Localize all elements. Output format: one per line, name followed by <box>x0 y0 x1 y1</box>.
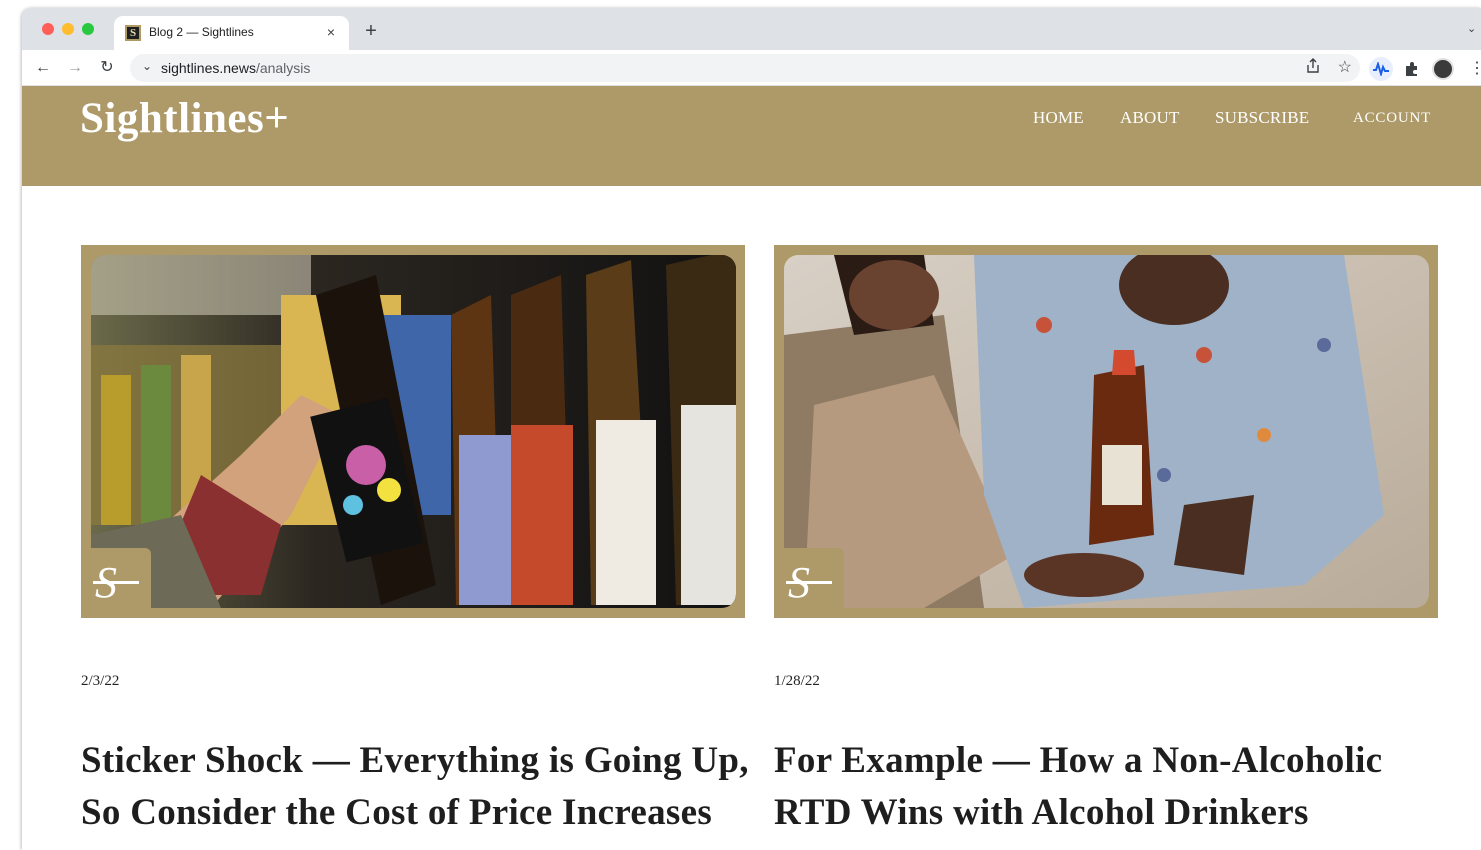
close-window-button[interactable] <box>42 23 54 35</box>
star-icon[interactable]: ☆ <box>1338 57 1352 77</box>
site-info-icon[interactable]: ⌄ <box>142 59 152 73</box>
post-date: 2/3/22 <box>81 673 120 689</box>
tab-strip: S Blog 2 — Sightlines × + ⌄ <box>22 8 1481 50</box>
tab-blog[interactable]: S Blog 2 — Sightlines × <box>114 16 349 50</box>
post-title[interactable]: Sticker Shock — Everything is Going Up, … <box>81 735 761 839</box>
site-header: Sightlines+ HOME ABOUT SUBSCRIBE ACCOUNT <box>22 86 1481 186</box>
post-image-frame[interactable]: S <box>774 245 1438 618</box>
tab-title: Blog 2 — Sightlines <box>149 25 254 39</box>
post-photo-beer-bottles[interactable] <box>91 255 736 608</box>
post-card[interactable]: S 2/3/22 Sticker Shock — Everything is G… <box>81 245 749 833</box>
badge-bar <box>93 581 139 584</box>
nav-subscribe-link[interactable]: SUBSCRIBE <box>1215 108 1309 128</box>
tab-search-icon[interactable]: ⌄ <box>1467 22 1481 36</box>
post-card[interactable]: S 1/28/22 For Example — How a Non-Alcoho… <box>774 245 1438 833</box>
browser-window: S Blog 2 — Sightlines × + ⌄ ← → ↻ ⌄ sigh… <box>22 8 1481 850</box>
share-icon[interactable] <box>1306 58 1320 77</box>
menu-icon[interactable]: ⋮ <box>1465 57 1481 81</box>
badge-bar <box>786 581 832 584</box>
forward-button[interactable]: → <box>64 57 86 79</box>
sightlines-badge: S <box>81 548 151 618</box>
back-button[interactable]: ← <box>32 57 54 79</box>
profile-avatar[interactable] <box>1432 58 1454 80</box>
favicon-icon: S <box>125 25 141 41</box>
reload-button[interactable]: ↻ <box>96 57 118 79</box>
url-path: /analysis <box>255 60 311 76</box>
sightlines-badge: S <box>774 548 844 618</box>
nav-home-link[interactable]: HOME <box>1033 108 1084 128</box>
browser-toolbar: ← → ↻ ⌄ sightlines.news/analysis ☆ ⋮ <box>22 50 1481 86</box>
address-bar[interactable]: ⌄ sightlines.news/analysis ☆ <box>130 54 1360 82</box>
close-tab-icon[interactable]: × <box>321 22 341 42</box>
desktop-edge <box>0 0 22 850</box>
nav-account-link[interactable]: ACCOUNT <box>1353 110 1431 127</box>
url-text[interactable]: sightlines.news/analysis <box>161 60 310 76</box>
url-host: sightlines.news <box>161 60 256 76</box>
extension-wave-icon[interactable] <box>1369 57 1393 81</box>
maximize-window-button[interactable] <box>82 23 94 35</box>
nav-about-link[interactable]: ABOUT <box>1120 108 1180 128</box>
minimize-window-button[interactable] <box>62 23 74 35</box>
post-image-frame[interactable]: S <box>81 245 745 618</box>
post-date: 1/28/22 <box>774 673 820 689</box>
puzzle-icon[interactable] <box>1400 57 1424 81</box>
new-tab-button[interactable]: + <box>360 20 382 42</box>
post-photo-beach-couple[interactable] <box>784 255 1429 608</box>
post-title[interactable]: For Example — How a Non-Alcoholic RTD Wi… <box>774 735 1454 839</box>
site-logo[interactable]: Sightlines+ <box>80 94 289 143</box>
